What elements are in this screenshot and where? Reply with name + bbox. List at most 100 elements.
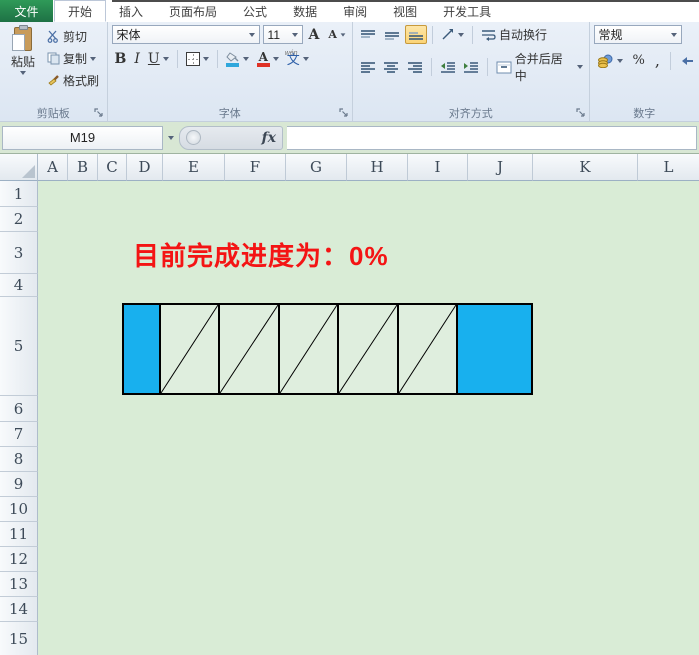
comma-style-button[interactable]: , [652, 50, 663, 71]
row-header-12[interactable]: 12 [0, 547, 38, 572]
progress-cell-1-filled[interactable] [124, 305, 161, 393]
align-center-button[interactable] [381, 58, 403, 77]
row-header-7[interactable]: 7 [0, 422, 38, 447]
progress-cell-5-hatched[interactable] [339, 305, 399, 393]
row-header-3[interactable]: 3 [0, 232, 38, 274]
fill-color-dropdown-icon[interactable] [242, 57, 249, 61]
name-box-dropdown[interactable] [163, 126, 179, 150]
font-dialog-launcher-icon[interactable] [339, 108, 349, 118]
row-header-10[interactable]: 10 [0, 497, 38, 522]
row-header-4[interactable]: 4 [0, 274, 38, 297]
row-header-1[interactable]: 1 [0, 181, 38, 207]
insert-function-button[interactable]: fx [262, 130, 276, 146]
underline-button[interactable]: U [145, 50, 172, 68]
progress-cell-3-hatched[interactable] [220, 305, 280, 393]
underline-dropdown-icon[interactable] [162, 57, 169, 61]
font-name-dropdown-icon[interactable] [248, 32, 255, 37]
increase-decimal-button[interactable] [678, 54, 696, 68]
phonetic-guide-button[interactable]: wén 文 [284, 50, 312, 67]
font-color-button[interactable]: A [254, 51, 282, 68]
percent-style-button[interactable]: % [630, 52, 648, 69]
shrink-font-button[interactable]: A [325, 27, 349, 42]
format-painter-button[interactable]: 格式刷 [46, 71, 100, 90]
cut-button[interactable]: 剪切 [46, 27, 100, 46]
row-header-2[interactable]: 2 [0, 207, 38, 232]
bold-button[interactable]: B [112, 50, 130, 68]
column-header-C[interactable]: C [98, 154, 127, 181]
column-header-H[interactable]: H [347, 154, 408, 181]
font-size-value: 11 [267, 27, 281, 42]
wrap-text-button[interactable]: 自动换行 [478, 25, 550, 44]
column-header-L[interactable]: L [638, 154, 699, 181]
align-left-button[interactable] [357, 58, 379, 77]
font-color-icon: A [256, 51, 270, 67]
progress-cell-2-hatched[interactable] [161, 305, 220, 393]
currency-format-button[interactable] [594, 53, 626, 69]
italic-button[interactable]: I [131, 50, 143, 68]
row-header-15[interactable]: 15 [0, 622, 38, 655]
column-header-J[interactable]: J [468, 154, 533, 181]
formula-input[interactable] [287, 125, 697, 150]
font-color-dropdown-icon[interactable] [272, 57, 279, 61]
row-header-5[interactable]: 5 [0, 297, 38, 396]
row-header-8[interactable]: 8 [0, 447, 38, 472]
tab-review[interactable]: 审阅 [330, 0, 380, 22]
column-header-D[interactable]: D [127, 154, 163, 181]
decrease-indent-button[interactable] [437, 58, 459, 77]
tab-insert[interactable]: 插入 [106, 0, 156, 22]
font-size-combo[interactable]: 11 [262, 25, 303, 44]
align-top-button[interactable] [357, 25, 379, 44]
alignment-dialog-launcher-icon[interactable] [575, 108, 586, 118]
name-box[interactable]: M19 [2, 125, 163, 150]
tab-developer[interactable]: 开发工具 [430, 0, 504, 22]
align-right-button[interactable] [404, 58, 426, 77]
align-middle-button[interactable] [381, 25, 403, 44]
column-header-B[interactable]: B [68, 154, 98, 181]
tab-page-layout[interactable]: 页面布局 [156, 0, 230, 22]
increase-indent-button[interactable] [460, 58, 482, 77]
borders-dropdown-icon[interactable] [202, 57, 209, 61]
paste-dropdown-icon[interactable] [20, 71, 26, 75]
orientation-button[interactable] [438, 27, 467, 42]
column-header-F[interactable]: F [225, 154, 286, 181]
merge-center-dropdown-icon[interactable] [576, 65, 583, 69]
copy-dropdown-icon[interactable] [90, 56, 97, 61]
number-format-combo[interactable]: 常规 [593, 25, 682, 44]
copy-button[interactable]: 复制 [46, 49, 100, 68]
borders-button[interactable] [183, 51, 212, 67]
tab-view[interactable]: 视图 [380, 0, 430, 22]
tab-formulas[interactable]: 公式 [230, 0, 280, 22]
column-header-K[interactable]: K [533, 154, 638, 181]
grow-font-button[interactable]: A [306, 26, 323, 44]
number-format-dropdown-icon[interactable] [670, 32, 677, 37]
column-header-G[interactable]: G [286, 154, 347, 181]
align-bottom-button[interactable] [404, 25, 427, 44]
row-header-14[interactable]: 14 [0, 597, 38, 622]
row-header-9[interactable]: 9 [0, 472, 38, 497]
row-header-13[interactable]: 13 [0, 572, 38, 597]
currency-dropdown-icon[interactable] [616, 58, 623, 63]
select-all-button[interactable] [0, 154, 38, 181]
row-header-11[interactable]: 11 [0, 522, 38, 547]
clipboard-dialog-launcher-icon[interactable] [93, 108, 104, 118]
column-header-I[interactable]: I [408, 154, 468, 181]
font-name-combo[interactable]: 宋体 [111, 25, 260, 44]
column-header-A[interactable]: A [38, 154, 68, 181]
paste-button[interactable]: 粘贴 [4, 25, 42, 104]
phonetic-dropdown-icon[interactable] [302, 57, 309, 61]
progress-cell-4-hatched[interactable] [280, 305, 339, 393]
tab-file[interactable]: 文件 [0, 0, 53, 22]
tab-home[interactable]: 开始 [54, 0, 107, 22]
increase-decimal-icon [682, 56, 693, 65]
fill-color-button[interactable] [223, 51, 252, 68]
font-size-dropdown-icon[interactable] [291, 32, 298, 37]
progress-cell-6-hatched[interactable] [399, 305, 458, 393]
progress-cell-7-filled[interactable] [458, 305, 531, 393]
row-header-6[interactable]: 6 [0, 396, 38, 422]
orientation-dropdown-icon[interactable] [457, 32, 464, 37]
column-header-E[interactable]: E [163, 154, 225, 181]
currency-coins-icon [597, 54, 613, 68]
tab-data[interactable]: 数据 [280, 0, 330, 22]
diagonal-line-icon [280, 305, 337, 393]
merge-center-button[interactable]: 合并后居中 [493, 49, 586, 85]
